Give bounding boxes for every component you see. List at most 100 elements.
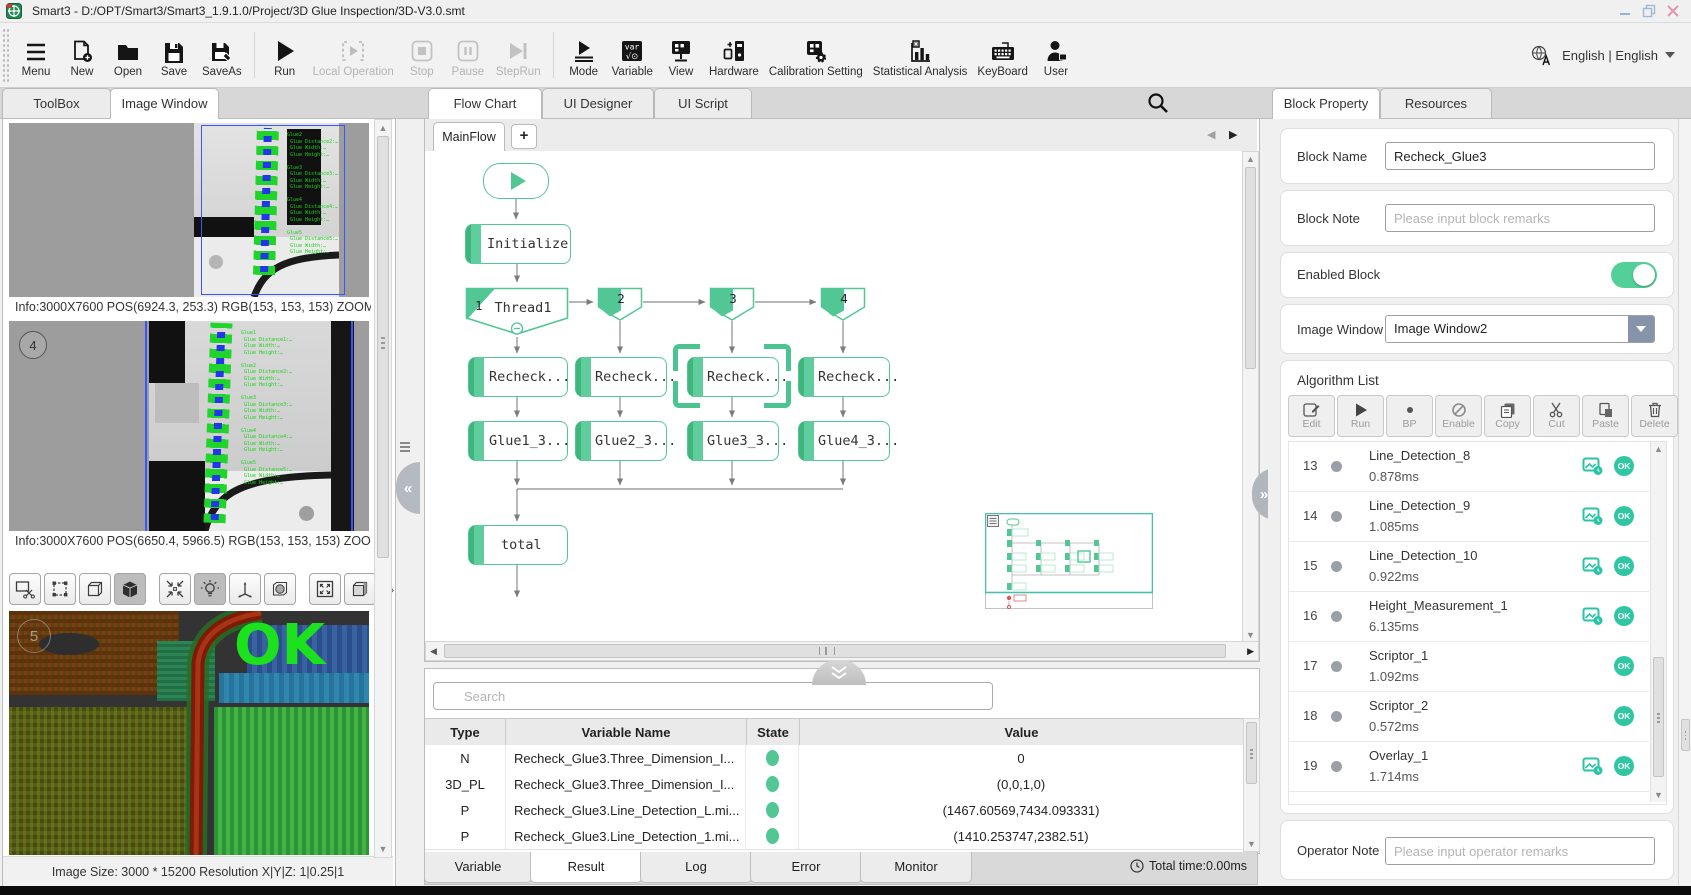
tab-resources[interactable]: Resources: [1380, 88, 1492, 118]
right-panel-scrollbar[interactable]: [1678, 119, 1691, 885]
col-header-type[interactable]: Type: [425, 719, 506, 745]
bp-dot-icon[interactable]: [1331, 761, 1342, 772]
algorithm-item[interactable]: 16 Height_Measurement_16.135ms OK: [1289, 592, 1649, 642]
scroll-down-icon[interactable]: ▼: [1243, 630, 1258, 640]
run-button[interactable]: Run: [262, 25, 308, 85]
algo-bp-button[interactable]: BP: [1386, 395, 1433, 437]
image-preview-2[interactable]: Glue1 Glue Distance1:… Glue Width:… Glue…: [9, 321, 369, 531]
shaded-cube-button[interactable]: [344, 573, 376, 605]
flow-node-recheck1[interactable]: Recheck...: [468, 357, 568, 397]
axes-3d-button[interactable]: [229, 573, 261, 605]
block-name-input[interactable]: [1385, 142, 1655, 170]
scroll-down-icon[interactable]: ▼: [1244, 839, 1259, 849]
flow-node-thread3[interactable]: 3: [709, 287, 755, 322]
image-preview-1[interactable]: Glue2 Glue Distance2:… Glue Width:… Glue…: [9, 123, 369, 297]
roi-box-button[interactable]: [44, 573, 76, 605]
scroll-right-icon[interactable]: ▶: [1247, 646, 1254, 657]
algo-enable-button[interactable]: Enable: [1435, 395, 1482, 437]
statistical-analysis-button[interactable]: QStatistical Analysis: [868, 25, 973, 85]
flow-node-thread2[interactable]: 2: [597, 287, 643, 322]
bp-dot-icon[interactable]: [1331, 511, 1342, 522]
subtab-mainflow[interactable]: MainFlow: [433, 122, 505, 152]
flow-node-glue4[interactable]: Glue4_3...: [798, 421, 890, 461]
block-note-input[interactable]: [1385, 204, 1655, 232]
flow-node-glue1[interactable]: Glue1_3...: [468, 421, 568, 461]
variable-row[interactable]: 3D_PL Recheck_Glue3.Three_Dimension_I...…: [425, 771, 1243, 798]
fullscreen-button[interactable]: [309, 573, 341, 605]
close-button[interactable]: [1665, 3, 1681, 19]
bottom-tab-result[interactable]: Result: [530, 852, 642, 883]
algorithm-item[interactable]: 14 Line_Detection_91.085ms OK: [1289, 492, 1649, 542]
steprun-button[interactable]: StepRun: [491, 25, 546, 85]
result-image-icon[interactable]: [1582, 457, 1604, 476]
pause-button[interactable]: Pause: [445, 25, 491, 85]
variable-search-input[interactable]: [433, 682, 993, 710]
variable-row[interactable]: P Recheck_Glue3.Line_Detection_L.mi... (…: [425, 797, 1243, 824]
minimize-button[interactable]: [1617, 3, 1633, 19]
flow-search-icon[interactable]: [1146, 91, 1170, 115]
flow-node-thread1[interactable]: 1 Thread1: [465, 287, 569, 337]
flow-node-recheck2[interactable]: Recheck...: [575, 357, 667, 397]
new-button[interactable]: New: [59, 25, 105, 85]
algorithm-item[interactable]: 17 Scriptor_11.092ms OK: [1289, 642, 1649, 692]
fit-view-button[interactable]: [159, 573, 191, 605]
flow-canvas[interactable]: Initialize 1 Thread1 2 3 4 Recheck... Re…: [425, 151, 1242, 641]
bottom-tab-error[interactable]: Error: [750, 852, 862, 883]
image-window-select[interactable]: Image Window2: [1385, 315, 1655, 343]
stop-button[interactable]: Stop: [399, 25, 445, 85]
tab-block-property[interactable]: Block Property: [1272, 88, 1380, 119]
hardware-button[interactable]: Hardware: [704, 25, 764, 85]
flow-node-recheck3-selected[interactable]: Recheck...: [687, 357, 779, 397]
keyboard-button[interactable]: KeyBoard: [972, 25, 1033, 85]
flow-node-glue2[interactable]: Glue2_3...: [575, 421, 667, 461]
point-cloud-image[interactable]: OK 5: [9, 611, 369, 855]
flow-node-total[interactable]: total: [468, 525, 568, 565]
bp-dot-icon[interactable]: [1331, 711, 1342, 722]
flow-minimap[interactable]: [985, 513, 1153, 609]
algo-cut-button[interactable]: Cut: [1533, 395, 1580, 437]
algo-delete-button[interactable]: Delete: [1631, 395, 1678, 437]
snip-image-button[interactable]: [9, 573, 41, 605]
bottom-tab-monitor[interactable]: Monitor: [860, 852, 972, 883]
scroll-left-icon[interactable]: ◀: [430, 646, 437, 657]
result-image-icon[interactable]: [1582, 507, 1604, 526]
variable-search[interactable]: [433, 682, 993, 710]
algo-copy-button[interactable]: Copy: [1484, 395, 1531, 437]
variable-row[interactable]: P Recheck_Glue3.Line_Detection_1.mi... (…: [425, 823, 1243, 850]
bottom-tab-log[interactable]: Log: [640, 852, 752, 883]
flow-node-recheck4[interactable]: Recheck...: [798, 357, 890, 397]
algorithm-item[interactable]: 19 Overlay_11.714ms OK: [1289, 742, 1649, 792]
variable-row[interactable]: N Recheck_Glue3.Three_Dimension_I... 0: [425, 745, 1243, 772]
bp-dot-icon[interactable]: [1331, 461, 1342, 472]
bottom-tab-variable[interactable]: Variable: [424, 852, 532, 883]
brightness-button[interactable]: [194, 573, 226, 605]
flow-node-thread4[interactable]: 4: [820, 287, 866, 322]
algorithm-item[interactable]: 13 Line_Detection_80.878ms OK: [1289, 442, 1649, 492]
flow-tab-next-icon[interactable]: ▶: [1229, 128, 1237, 141]
tab-image-window[interactable]: Image Window: [110, 88, 219, 119]
algorithm-item[interactable]: 15 Line_Detection_100.922ms OK: [1289, 542, 1649, 592]
result-image-icon[interactable]: [1582, 557, 1604, 576]
collapse-bottom-panel-button[interactable]: [812, 660, 866, 685]
col-header-value[interactable]: Value: [800, 719, 1243, 745]
flow-hscrollbar[interactable]: ◀ ▶: [425, 641, 1259, 661]
scroll-down-icon[interactable]: ▼: [375, 844, 391, 854]
algorithm-item[interactable]: 18 Scriptor_20.572ms OK: [1289, 692, 1649, 742]
algo-paste-button[interactable]: Paste: [1582, 395, 1629, 437]
saveas-button[interactable]: SaveAs: [197, 25, 247, 85]
sphere-cube-button[interactable]: [264, 573, 296, 605]
flow-node-glue3[interactable]: Glue3_3...: [687, 421, 779, 461]
bp-dot-icon[interactable]: [1331, 661, 1342, 672]
view-button[interactable]: View: [658, 25, 704, 85]
tab-ui-script[interactable]: UI Script: [654, 88, 752, 118]
tab-ui-designer[interactable]: UI Designer: [542, 88, 654, 118]
algorithm-list-scrollbar[interactable]: ▲ ▼: [1650, 442, 1666, 802]
operator-note-input[interactable]: [1385, 837, 1655, 865]
select-dropdown-icon[interactable]: [1628, 316, 1654, 342]
toolbar-drag-handle[interactable]: [2, 28, 10, 82]
scroll-up-icon[interactable]: ▲: [1243, 154, 1258, 164]
scroll-up-icon[interactable]: ▲: [375, 123, 391, 133]
tab-flow-chart[interactable]: Flow Chart: [428, 88, 542, 119]
save-button[interactable]: Save: [151, 25, 197, 85]
algo-run-button[interactable]: Run: [1337, 395, 1384, 437]
